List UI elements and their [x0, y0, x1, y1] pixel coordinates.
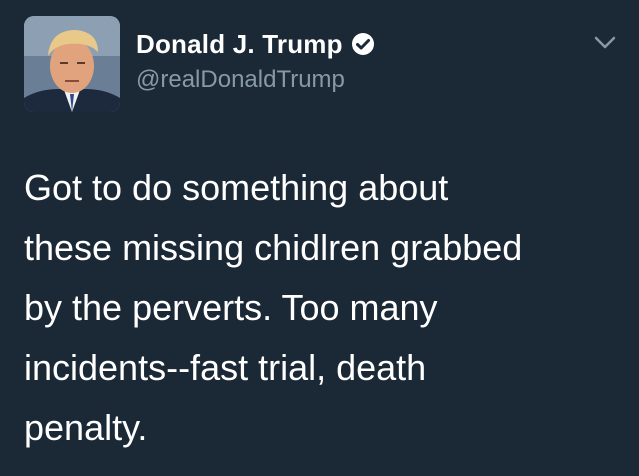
tweet-text: Got to do something about these missing … [24, 158, 624, 458]
tweet-card: Donald J. Trump @realDonaldTrump Got to … [0, 0, 639, 476]
tweet-text-line: penalty. [24, 407, 148, 448]
avatar-image [24, 16, 120, 112]
display-name[interactable]: Donald J. Trump [136, 29, 343, 60]
author-block: Donald J. Trump @realDonaldTrump [136, 26, 375, 94]
tweet-text-line: these missing chidlren grabbed [24, 227, 523, 268]
tweet-text-line: by the perverts. Too many [24, 287, 438, 328]
tweet-text-line: incidents--fast trial, death [24, 347, 427, 388]
username-handle[interactable]: @realDonaldTrump [136, 66, 375, 94]
avatar[interactable] [24, 16, 120, 112]
name-row: Donald J. Trump [136, 26, 375, 62]
verified-badge-icon [351, 32, 375, 56]
chevron-down-icon[interactable] [594, 36, 616, 50]
tweet-text-line: Got to do something about [24, 167, 449, 208]
